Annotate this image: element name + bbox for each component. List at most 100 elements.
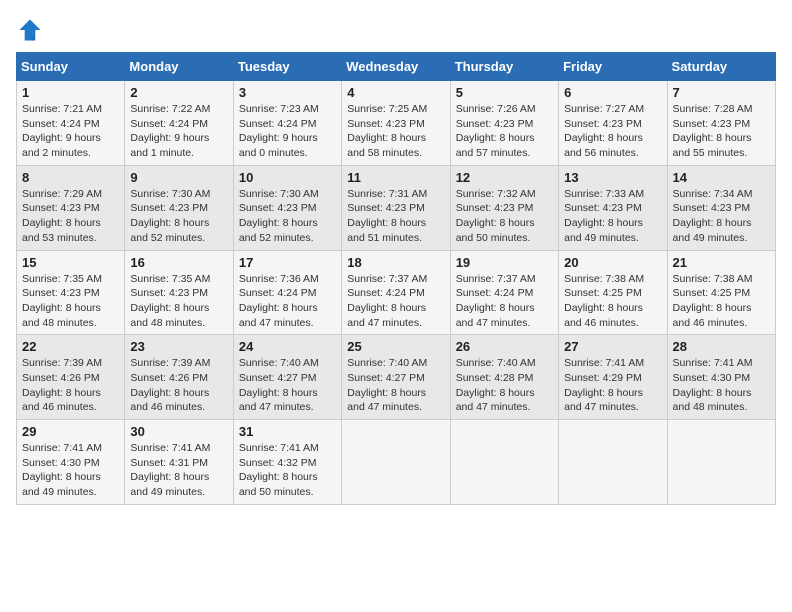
day-number: 2 (130, 85, 227, 100)
calendar-cell: 6 Sunrise: 7:27 AM Sunset: 4:23 PM Daylig… (559, 81, 667, 166)
day-info: Sunrise: 7:22 AM Sunset: 4:24 PM Dayligh… (130, 102, 227, 161)
calendar-cell: 13 Sunrise: 7:33 AM Sunset: 4:23 PM Dayli… (559, 165, 667, 250)
day-info: Sunrise: 7:27 AM Sunset: 4:23 PM Dayligh… (564, 102, 661, 161)
day-info: Sunrise: 7:38 AM Sunset: 4:25 PM Dayligh… (673, 272, 770, 331)
day-info: Sunrise: 7:40 AM Sunset: 4:27 PM Dayligh… (347, 356, 444, 415)
calendar-cell: 24 Sunrise: 7:40 AM Sunset: 4:27 PM Dayli… (233, 335, 341, 420)
day-info: Sunrise: 7:41 AM Sunset: 4:30 PM Dayligh… (673, 356, 770, 415)
day-info: Sunrise: 7:30 AM Sunset: 4:23 PM Dayligh… (130, 187, 227, 246)
calendar-cell: 19 Sunrise: 7:37 AM Sunset: 4:24 PM Dayli… (450, 250, 558, 335)
day-info: Sunrise: 7:32 AM Sunset: 4:23 PM Dayligh… (456, 187, 553, 246)
day-number: 14 (673, 170, 770, 185)
day-number: 21 (673, 255, 770, 270)
day-number: 27 (564, 339, 661, 354)
day-number: 19 (456, 255, 553, 270)
calendar-body: 1 Sunrise: 7:21 AM Sunset: 4:24 PM Daylig… (17, 81, 776, 505)
calendar-cell: 15Sunrise: 7:35 AM Sunset: 4:23 PM Dayli… (17, 250, 125, 335)
weekday-row: SundayMondayTuesdayWednesdayThursdayFrid… (17, 53, 776, 81)
calendar-cell: 16 Sunrise: 7:35 AM Sunset: 4:23 PM Dayli… (125, 250, 233, 335)
calendar-week-5: 29Sunrise: 7:41 AM Sunset: 4:30 PM Dayli… (17, 420, 776, 505)
day-number: 23 (130, 339, 227, 354)
day-number: 1 (22, 85, 119, 100)
day-info: Sunrise: 7:39 AM Sunset: 4:26 PM Dayligh… (22, 356, 119, 415)
day-number: 10 (239, 170, 336, 185)
day-number: 6 (564, 85, 661, 100)
day-info: Sunrise: 7:39 AM Sunset: 4:26 PM Dayligh… (130, 356, 227, 415)
calendar-cell: 31Sunrise: 7:41 AM Sunset: 4:32 PM Dayli… (233, 420, 341, 505)
day-number: 8 (22, 170, 119, 185)
weekday-header-saturday: Saturday (667, 53, 775, 81)
day-info: Sunrise: 7:23 AM Sunset: 4:24 PM Dayligh… (239, 102, 336, 161)
calendar-cell: 27 Sunrise: 7:41 AM Sunset: 4:29 PM Dayli… (559, 335, 667, 420)
weekday-header-wednesday: Wednesday (342, 53, 450, 81)
day-info: Sunrise: 7:38 AM Sunset: 4:25 PM Dayligh… (564, 272, 661, 331)
day-info: Sunrise: 7:25 AM Sunset: 4:23 PM Dayligh… (347, 102, 444, 161)
day-number: 13 (564, 170, 661, 185)
day-info: Sunrise: 7:40 AM Sunset: 4:28 PM Dayligh… (456, 356, 553, 415)
calendar-cell: 18 Sunrise: 7:37 AM Sunset: 4:24 PM Dayli… (342, 250, 450, 335)
weekday-header-thursday: Thursday (450, 53, 558, 81)
day-info: Sunrise: 7:41 AM Sunset: 4:29 PM Dayligh… (564, 356, 661, 415)
calendar-week-3: 15Sunrise: 7:35 AM Sunset: 4:23 PM Dayli… (17, 250, 776, 335)
calendar-cell: 5Sunrise: 7:26 AM Sunset: 4:23 PM Daylig… (450, 81, 558, 166)
day-number: 3 (239, 85, 336, 100)
weekday-header-tuesday: Tuesday (233, 53, 341, 81)
day-info: Sunrise: 7:33 AM Sunset: 4:23 PM Dayligh… (564, 187, 661, 246)
page-header (16, 16, 776, 44)
day-number: 18 (347, 255, 444, 270)
calendar-cell: 4Sunrise: 7:25 AM Sunset: 4:23 PM Daylig… (342, 81, 450, 166)
weekday-header-monday: Monday (125, 53, 233, 81)
calendar-cell: 22 Sunrise: 7:39 AM Sunset: 4:26 PM Dayli… (17, 335, 125, 420)
calendar-cell: 14 Sunrise: 7:34 AM Sunset: 4:23 PM Dayli… (667, 165, 775, 250)
day-info: Sunrise: 7:26 AM Sunset: 4:23 PM Dayligh… (456, 102, 553, 161)
calendar-cell (667, 420, 775, 505)
day-info: Sunrise: 7:34 AM Sunset: 4:23 PM Dayligh… (673, 187, 770, 246)
day-info: Sunrise: 7:21 AM Sunset: 4:24 PM Dayligh… (22, 102, 119, 161)
weekday-header-sunday: Sunday (17, 53, 125, 81)
calendar-cell (450, 420, 558, 505)
calendar-table: SundayMondayTuesdayWednesdayThursdayFrid… (16, 52, 776, 505)
day-number: 22 (22, 339, 119, 354)
day-number: 7 (673, 85, 770, 100)
calendar-cell: 2 Sunrise: 7:22 AM Sunset: 4:24 PM Daylig… (125, 81, 233, 166)
calendar-cell: 28 Sunrise: 7:41 AM Sunset: 4:30 PM Dayli… (667, 335, 775, 420)
day-number: 26 (456, 339, 553, 354)
day-info: Sunrise: 7:30 AM Sunset: 4:23 PM Dayligh… (239, 187, 336, 246)
calendar-week-4: 22 Sunrise: 7:39 AM Sunset: 4:26 PM Dayli… (17, 335, 776, 420)
day-number: 28 (673, 339, 770, 354)
day-info: Sunrise: 7:28 AM Sunset: 4:23 PM Dayligh… (673, 102, 770, 161)
day-number: 24 (239, 339, 336, 354)
calendar-cell: 26 Sunrise: 7:40 AM Sunset: 4:28 PM Dayli… (450, 335, 558, 420)
calendar-cell: 20 Sunrise: 7:38 AM Sunset: 4:25 PM Dayli… (559, 250, 667, 335)
day-info: Sunrise: 7:37 AM Sunset: 4:24 PM Dayligh… (347, 272, 444, 331)
day-number: 20 (564, 255, 661, 270)
calendar-header: SundayMondayTuesdayWednesdayThursdayFrid… (17, 53, 776, 81)
calendar-cell (342, 420, 450, 505)
day-info: Sunrise: 7:36 AM Sunset: 4:24 PM Dayligh… (239, 272, 336, 331)
calendar-cell: 29Sunrise: 7:41 AM Sunset: 4:30 PM Dayli… (17, 420, 125, 505)
day-number: 30 (130, 424, 227, 439)
day-info: Sunrise: 7:41 AM Sunset: 4:30 PM Dayligh… (22, 441, 119, 500)
logo-icon (16, 16, 44, 44)
day-number: 31 (239, 424, 336, 439)
day-number: 16 (130, 255, 227, 270)
calendar-cell: 9 Sunrise: 7:30 AM Sunset: 4:23 PM Daylig… (125, 165, 233, 250)
day-info: Sunrise: 7:31 AM Sunset: 4:23 PM Dayligh… (347, 187, 444, 246)
calendar-cell: 12 Sunrise: 7:32 AM Sunset: 4:23 PM Dayli… (450, 165, 558, 250)
day-number: 17 (239, 255, 336, 270)
day-info: Sunrise: 7:35 AM Sunset: 4:23 PM Dayligh… (22, 272, 119, 331)
calendar-cell: 30 Sunrise: 7:41 AM Sunset: 4:31 PM Dayli… (125, 420, 233, 505)
day-number: 9 (130, 170, 227, 185)
day-number: 11 (347, 170, 444, 185)
day-info: Sunrise: 7:41 AM Sunset: 4:31 PM Dayligh… (130, 441, 227, 500)
calendar-cell: 17 Sunrise: 7:36 AM Sunset: 4:24 PM Dayli… (233, 250, 341, 335)
day-info: Sunrise: 7:37 AM Sunset: 4:24 PM Dayligh… (456, 272, 553, 331)
calendar-cell: 7 Sunrise: 7:28 AM Sunset: 4:23 PM Daylig… (667, 81, 775, 166)
day-info: Sunrise: 7:35 AM Sunset: 4:23 PM Dayligh… (130, 272, 227, 331)
logo (16, 16, 48, 44)
day-number: 12 (456, 170, 553, 185)
calendar-week-2: 8Sunrise: 7:29 AM Sunset: 4:23 PM Daylig… (17, 165, 776, 250)
day-info: Sunrise: 7:40 AM Sunset: 4:27 PM Dayligh… (239, 356, 336, 415)
day-number: 25 (347, 339, 444, 354)
weekday-header-friday: Friday (559, 53, 667, 81)
